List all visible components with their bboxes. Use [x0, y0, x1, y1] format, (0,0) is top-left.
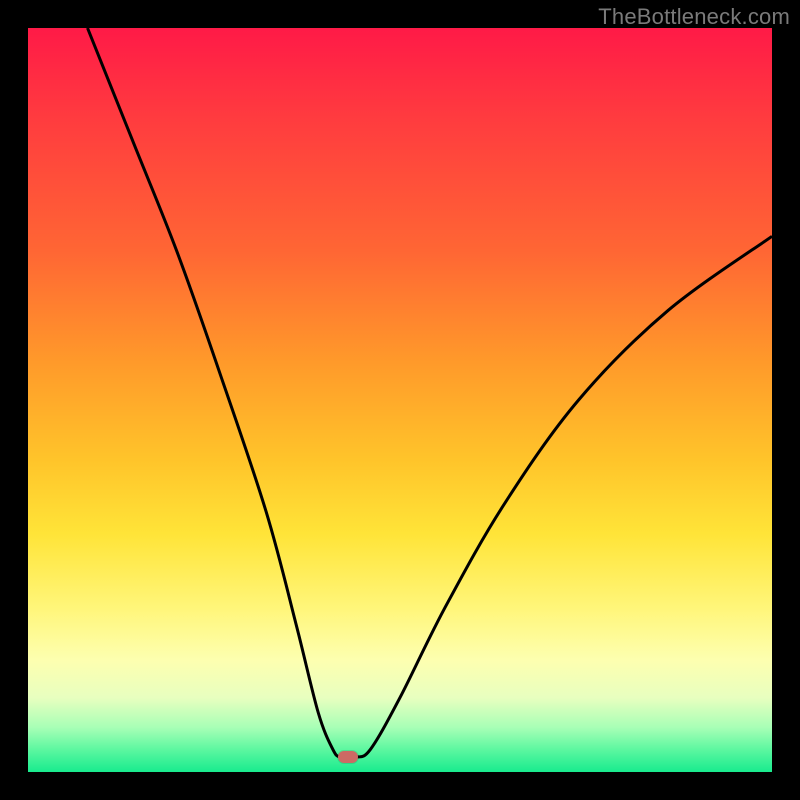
- chart-frame: TheBottleneck.com: [0, 0, 800, 800]
- optimal-marker: [338, 751, 358, 763]
- curve-path: [88, 28, 773, 758]
- bottleneck-curve: [28, 28, 772, 772]
- watermark-text: TheBottleneck.com: [598, 4, 790, 30]
- plot-area: [28, 28, 772, 772]
